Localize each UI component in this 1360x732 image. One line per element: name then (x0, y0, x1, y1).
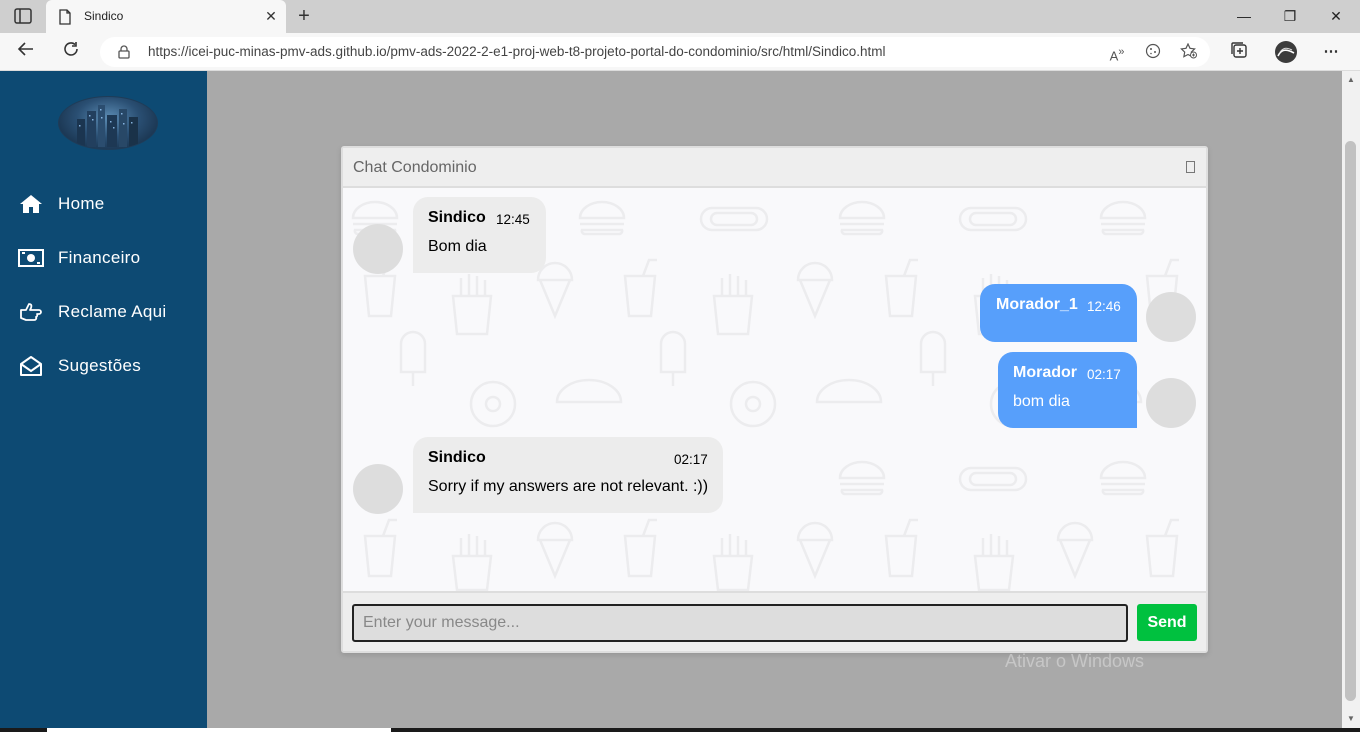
back-button[interactable] (13, 40, 39, 64)
scroll-up-icon[interactable]: ▲ (1346, 75, 1356, 85)
collections-icon[interactable] (1228, 41, 1250, 63)
taskbar (0, 728, 1360, 732)
scroll-down-icon[interactable]: ▼ (1346, 714, 1356, 724)
avatar (1146, 292, 1196, 342)
tracking-prevention-icon[interactable] (1143, 43, 1163, 61)
page-viewport: Home Financeiro Reclame Aqui Sugestões C… (0, 71, 1342, 728)
close-tab-icon[interactable]: ✕ (262, 7, 280, 25)
close-window-button[interactable]: ✕ (1313, 0, 1359, 32)
chat-window: Chat Condominio Sindico 12:45 Bom dia Mo… (341, 146, 1208, 653)
reload-button[interactable] (58, 40, 84, 64)
page-icon (58, 9, 72, 30)
scroll-thumb[interactable] (1345, 141, 1356, 701)
restore-button[interactable]: ❐ (1267, 0, 1313, 32)
message-sender: Morador (1013, 364, 1077, 381)
url-bar[interactable]: https://icei-puc-minas-pmv-ads.github.io… (100, 37, 1210, 67)
chat-input-area: Send (343, 591, 1206, 651)
minimize-button[interactable]: — (1221, 0, 1267, 32)
lock-icon[interactable] (118, 45, 130, 64)
home-icon (18, 193, 44, 215)
sidebar-item-sugestoes[interactable]: Sugestões (18, 352, 141, 380)
sidebar-item-label: Home (58, 194, 105, 213)
money-icon (18, 247, 44, 269)
browser-tab[interactable]: Sindico ✕ (46, 0, 286, 33)
tab-actions-icon[interactable] (14, 8, 32, 24)
chat-title: Chat Condominio (353, 159, 477, 176)
message-time: 02:17 (1087, 367, 1121, 382)
message-input[interactable] (352, 604, 1128, 642)
message-time: 12:46 (1087, 299, 1121, 314)
read-aloud-icon[interactable]: A» (1107, 43, 1127, 63)
add-favorite-icon[interactable] (1179, 42, 1199, 61)
address-toolbar: https://icei-puc-minas-pmv-ads.github.io… (0, 33, 1360, 71)
hand-point-icon (18, 301, 44, 323)
message-sender: Sindico (428, 449, 486, 466)
message-text: Bom dia (428, 238, 487, 255)
taskbar-active-item[interactable] (47, 728, 391, 732)
sidebar: Home Financeiro Reclame Aqui Sugestões (0, 71, 207, 728)
sidebar-item-home[interactable]: Home (18, 190, 105, 218)
message-bubble: Sindico 02:17 Sorry if my answers are no… (413, 437, 723, 513)
page-scrollbar[interactable]: ▲ ▼ (1342, 71, 1360, 728)
browser-tab-bar: Sindico ✕ + — ❐ ✕ (0, 0, 1360, 33)
send-button[interactable]: Send (1137, 604, 1197, 641)
tab-title: Sindico (84, 9, 124, 23)
sidebar-item-financeiro[interactable]: Financeiro (18, 244, 140, 272)
avatar (353, 464, 403, 514)
sidebar-item-reclame-aqui[interactable]: Reclame Aqui (18, 298, 167, 326)
message-time: 12:45 (496, 212, 530, 227)
avatar (353, 224, 403, 274)
new-tab-button[interactable]: + (293, 5, 315, 27)
message-time: 02:17 (674, 452, 708, 467)
chat-messages[interactable]: Sindico 12:45 Bom dia Morador_1 12:46 Mo… (343, 188, 1206, 591)
sidebar-item-label: Sugestões (58, 356, 142, 375)
profile-avatar[interactable] (1275, 41, 1297, 63)
sidebar-item-label: Reclame Aqui (58, 302, 167, 321)
url-text[interactable]: https://icei-puc-minas-pmv-ads.github.io… (148, 44, 886, 59)
chat-header: Chat Condominio (343, 148, 1206, 188)
message-text: Sorry if my answers are not relevant. :)… (428, 478, 709, 495)
windows-activation-watermark: Ativar o Windows (1005, 651, 1145, 671)
message-bubble: Sindico 12:45 Bom dia (413, 197, 546, 273)
envelope-open-icon (18, 355, 44, 377)
more-menu-icon[interactable]: ⋯ (1320, 41, 1342, 63)
sidebar-item-label: Financeiro (58, 248, 141, 267)
message-text: bom dia (1013, 393, 1070, 410)
message-bubble: Morador_1 12:46 (980, 284, 1137, 342)
chat-toggle-icon[interactable] (1186, 161, 1195, 173)
avatar (1146, 378, 1196, 428)
message-sender: Sindico (428, 209, 486, 226)
message-bubble: Morador 02:17 bom dia (998, 352, 1137, 428)
city-logo[interactable] (58, 96, 158, 150)
message-sender: Morador_1 (996, 296, 1078, 313)
